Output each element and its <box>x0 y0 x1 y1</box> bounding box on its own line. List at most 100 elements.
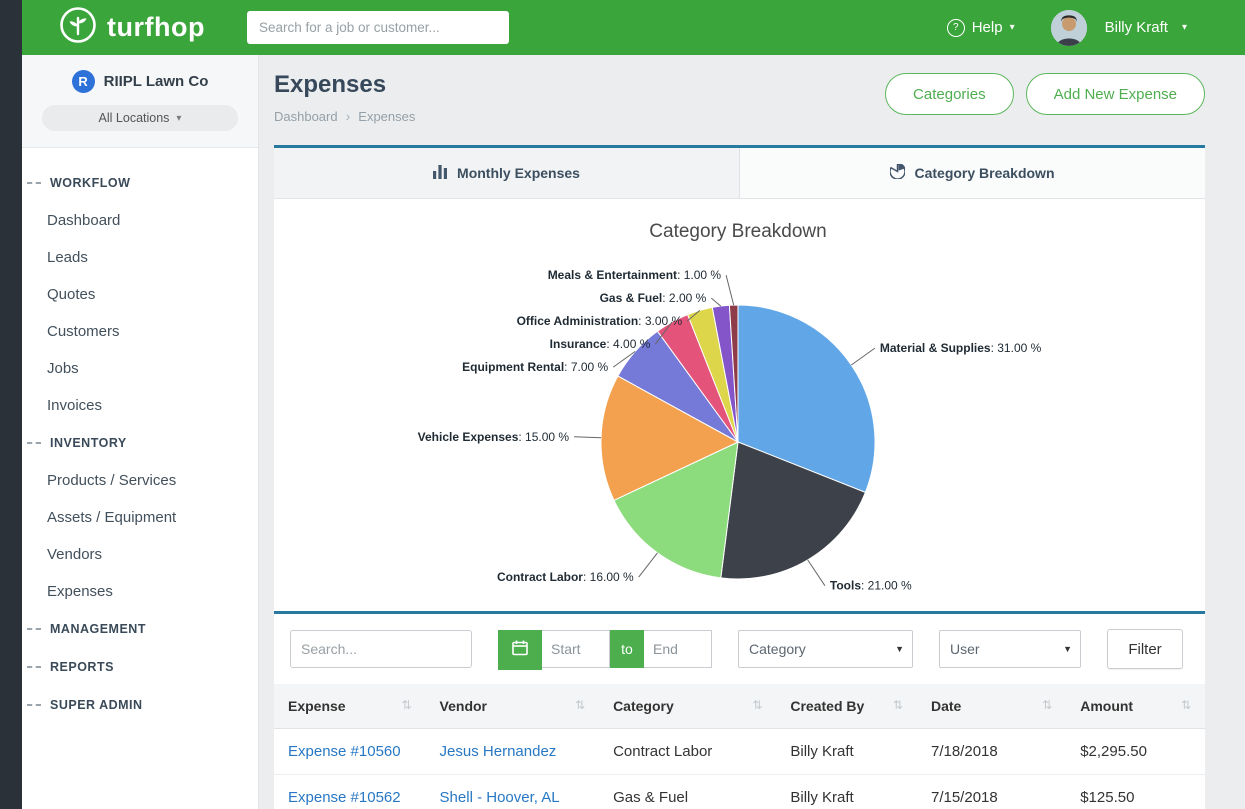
bar-chart-icon <box>433 165 448 182</box>
sort-icon[interactable]: ⇅ <box>752 698 762 712</box>
left-edge-strip <box>0 0 22 809</box>
sidebar-item-assets-equipment[interactable]: Assets / Equipment <box>22 499 258 536</box>
sort-icon[interactable]: ⇅ <box>575 698 585 712</box>
section-reports[interactable]: REPORTS <box>22 648 258 686</box>
sidebar-item-expenses[interactable]: Expenses <box>22 573 258 610</box>
vendor-link[interactable]: Shell - Hoover, AL <box>440 789 560 806</box>
end-date-input[interactable] <box>644 630 712 668</box>
sidebar-item-vendors[interactable]: Vendors <box>22 536 258 573</box>
section-dash-icon <box>27 628 41 630</box>
sidebar: R RIIPL Lawn Co All Locations ▾ WORKFLOW… <box>22 55 259 809</box>
sidebar-item-leads[interactable]: Leads <box>22 239 258 276</box>
svg-text:Gas & Fuel: 2.00 %: Gas & Fuel: 2.00 % <box>600 291 707 305</box>
col-category[interactable]: Category⇅ <box>599 684 776 729</box>
table-row: Expense #10560 Jesus Hernandez Contract … <box>274 729 1205 775</box>
table-header-row: Expense⇅ Vendor⇅ Category⇅ Created By⇅ D… <box>274 684 1205 729</box>
user-avatar[interactable] <box>1051 10 1087 46</box>
chevron-down-icon: ▾ <box>1182 22 1187 33</box>
tab-monthly-label: Monthly Expenses <box>457 165 580 181</box>
svg-text:Contract Labor: 16.00 %: Contract Labor: 16.00 % <box>497 570 634 584</box>
section-dash-icon <box>27 704 41 706</box>
svg-text:Office Administration: 3.00 %: Office Administration: 3.00 % <box>517 314 683 328</box>
sidebar-item-dashboard[interactable]: Dashboard <box>22 202 258 239</box>
sort-icon[interactable]: ⇅ <box>893 698 903 712</box>
chevron-down-icon: ▾ <box>1010 22 1015 33</box>
sort-icon[interactable]: ⇅ <box>401 698 411 712</box>
pie-chart-icon <box>890 164 905 182</box>
col-created-by[interactable]: Created By⇅ <box>776 684 917 729</box>
section-inventory: INVENTORY <box>22 424 258 462</box>
tab-category-label: Category Breakdown <box>914 165 1054 181</box>
help-menu[interactable]: ? Help ▾ <box>947 19 1015 37</box>
sort-icon[interactable]: ⇅ <box>1042 698 1052 712</box>
section-workflow: WORKFLOW <box>22 164 258 202</box>
section-dash-icon <box>27 182 41 184</box>
date-cell: 7/18/2018 <box>917 729 1066 775</box>
breadcrumb-dashboard[interactable]: Dashboard <box>274 109 338 124</box>
category-pie-chart: Category BreakdownMaterial & Supplies: 3… <box>274 199 1205 611</box>
col-vendor[interactable]: Vendor⇅ <box>426 684 600 729</box>
user-select[interactable]: User <box>939 630 1081 668</box>
calendar-button[interactable] <box>498 630 542 670</box>
svg-text:Vehicle Expenses: 15.00 %: Vehicle Expenses: 15.00 % <box>418 430 570 444</box>
section-management[interactable]: MANAGEMENT <box>22 610 258 648</box>
breadcrumb: Dashboard › Expenses <box>274 108 415 124</box>
col-date[interactable]: Date⇅ <box>917 684 1066 729</box>
company-name: RIIPL Lawn Co <box>104 73 209 90</box>
location-selector[interactable]: All Locations ▾ <box>42 105 238 131</box>
user-menu[interactable]: Billy Kraft <box>1105 19 1168 36</box>
vendor-link[interactable]: Jesus Hernandez <box>440 743 557 760</box>
sidebar-item-invoices[interactable]: Invoices <box>22 387 258 424</box>
sidebar-item-products-services[interactable]: Products / Services <box>22 462 258 499</box>
calendar-icon <box>512 640 528 661</box>
svg-text:Category Breakdown: Category Breakdown <box>649 221 826 242</box>
filter-button[interactable]: Filter <box>1107 629 1183 669</box>
expense-search-input[interactable] <box>290 630 472 668</box>
category-select[interactable]: Category <box>738 630 913 668</box>
col-amount[interactable]: Amount⇅ <box>1066 684 1205 729</box>
main-content: Expenses Dashboard › Expenses Categories… <box>258 55 1245 809</box>
categories-button[interactable]: Categories <box>885 73 1014 115</box>
sort-icon[interactable]: ⇅ <box>1181 698 1191 712</box>
brand-name: turfhop <box>107 12 205 43</box>
section-dash-icon <box>27 442 41 444</box>
sidebar-nav: WORKFLOW Dashboard Leads Quotes Customer… <box>22 148 258 724</box>
table-row: Expense #10562 Shell - Hoover, AL Gas & … <box>274 775 1205 809</box>
sidebar-item-jobs[interactable]: Jobs <box>22 350 258 387</box>
date-cell: 7/15/2018 <box>917 775 1066 809</box>
page-title: Expenses <box>274 71 415 99</box>
help-label: Help <box>972 19 1003 36</box>
expense-link[interactable]: Expense #10562 <box>288 789 401 806</box>
section-dash-icon <box>27 666 41 668</box>
expenses-table: Expense⇅ Vendor⇅ Category⇅ Created By⇅ D… <box>274 684 1205 809</box>
start-date-input[interactable] <box>542 630 610 668</box>
date-range-picker: to <box>498 630 712 668</box>
svg-text:Insurance: 4.00 %: Insurance: 4.00 % <box>550 337 651 351</box>
brand-logo[interactable]: turfhop <box>58 5 205 50</box>
chevron-down-icon: ▾ <box>176 113 181 124</box>
global-search-input[interactable] <box>247 11 509 44</box>
sidebar-item-quotes[interactable]: Quotes <box>22 276 258 313</box>
add-new-expense-button[interactable]: Add New Expense <box>1026 73 1205 115</box>
amount-cell: $125.50 <box>1066 775 1205 809</box>
svg-text:Meals & Entertainment: 1.00 %: Meals & Entertainment: 1.00 % <box>548 268 722 282</box>
expense-link[interactable]: Expense #10560 <box>288 743 401 760</box>
sidebar-item-customers[interactable]: Customers <box>22 313 258 350</box>
breadcrumb-separator: › <box>346 108 351 124</box>
filter-toolbar: to Category ▼ User ▼ Filter <box>274 614 1205 684</box>
expense-tabs: Monthly Expenses Category Breakdown <box>274 145 1205 199</box>
expense-list-card: to Category ▼ User ▼ Filter Expense⇅ <box>274 611 1205 809</box>
category-cell: Contract Labor <box>599 729 776 775</box>
section-super-admin[interactable]: SUPER ADMIN <box>22 686 258 724</box>
top-navbar: turfhop ? Help ▾ Billy Kraft ▾ <box>22 0 1245 55</box>
company-header: R RIIPL Lawn Co All Locations ▾ <box>22 55 258 148</box>
turfhop-sprout-icon <box>58 5 98 50</box>
svg-text:Tools: 21.00 %: Tools: 21.00 % <box>830 579 912 593</box>
tab-monthly-expenses[interactable]: Monthly Expenses <box>274 148 740 198</box>
tab-category-breakdown[interactable]: Category Breakdown <box>740 148 1205 198</box>
col-expense[interactable]: Expense⇅ <box>274 684 426 729</box>
created-by-cell: Billy Kraft <box>776 729 917 775</box>
category-cell: Gas & Fuel <box>599 775 776 809</box>
svg-text:Equipment Rental: 7.00 %: Equipment Rental: 7.00 % <box>462 360 608 374</box>
created-by-cell: Billy Kraft <box>776 775 917 809</box>
